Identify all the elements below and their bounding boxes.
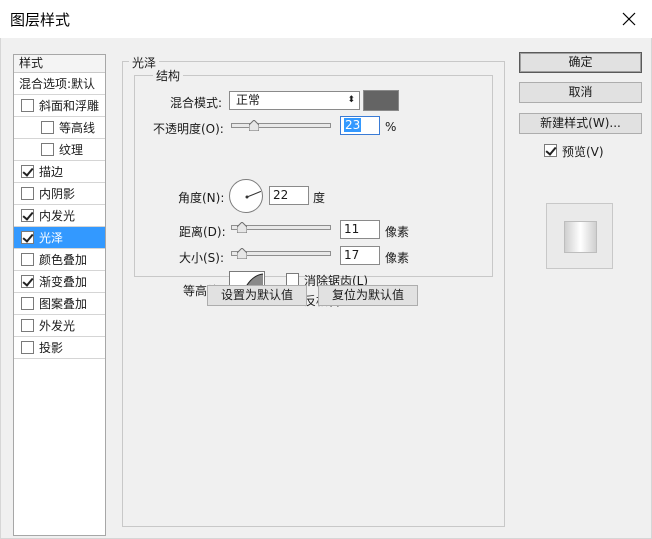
distance-label: 距离(D): [179, 225, 226, 239]
window-title: 图层样式 [10, 11, 71, 29]
style-item[interactable]: 光泽 [14, 227, 105, 249]
opacity-input[interactable]: 23 [340, 116, 380, 135]
style-item-checkbox[interactable] [41, 121, 54, 134]
angle-label: 角度(N): [178, 191, 225, 205]
opacity-slider[interactable] [231, 120, 331, 132]
blend-mode-label: 混合模式: [170, 96, 223, 110]
opacity-value: 23 [344, 118, 362, 132]
style-item-checkbox[interactable] [41, 143, 54, 156]
style-item-label: 描边 [39, 165, 64, 179]
style-item[interactable]: 内发光 [14, 205, 105, 227]
distance-unit: 像素 [385, 225, 410, 239]
style-item-label: 图案叠加 [39, 297, 88, 311]
opacity-label: 不透明度(O): [153, 122, 224, 136]
style-item-checkbox[interactable] [21, 231, 34, 244]
structure-group-title: 结构 [153, 67, 184, 84]
preview-label: 预览(V) [562, 145, 604, 159]
blend-options-item[interactable]: 混合选项:默认 [14, 73, 105, 95]
satin-color-swatch[interactable] [363, 90, 399, 111]
angle-input[interactable]: 22 [269, 186, 309, 205]
style-item-label: 渐变叠加 [39, 275, 88, 289]
style-item[interactable]: 等高线 [14, 117, 105, 139]
preview-checkbox[interactable] [544, 144, 557, 157]
angle-value: 22 [273, 188, 289, 202]
opacity-unit: % [385, 120, 397, 134]
distance-value: 11 [344, 222, 360, 236]
style-item[interactable]: 图案叠加 [14, 293, 105, 315]
opacity-slider-track [231, 123, 331, 128]
style-list: 样式 混合选项:默认 斜面和浮雕等高线纹理描边内阴影内发光光泽颜色叠加渐变叠加图… [13, 54, 106, 536]
reset-to-default-button[interactable]: 复位为默认值 [318, 285, 418, 306]
style-item-checkbox[interactable] [21, 297, 34, 310]
distance-input[interactable]: 11 [340, 220, 380, 239]
style-item-label: 投影 [39, 341, 64, 355]
style-list-header: 样式 [14, 55, 105, 73]
title-bar: 图层样式 [0, 0, 652, 38]
style-item-label: 外发光 [39, 319, 76, 333]
angle-dial[interactable] [229, 179, 263, 213]
close-icon [622, 12, 636, 26]
style-item-checkbox[interactable] [21, 209, 34, 222]
cancel-button[interactable]: 取消 [519, 82, 642, 103]
style-item-label: 斜面和浮雕 [39, 99, 100, 113]
style-item[interactable]: 纹理 [14, 139, 105, 161]
close-button[interactable] [606, 0, 652, 38]
dialog-body: 样式 混合选项:默认 斜面和浮雕等高线纹理描边内阴影内发光光泽颜色叠加渐变叠加图… [0, 38, 652, 539]
blend-mode-select[interactable]: 正常 ⬍ [229, 91, 360, 110]
style-item-label: 等高线 [59, 121, 96, 135]
size-slider[interactable] [231, 248, 331, 260]
ok-button[interactable]: 确定 [519, 52, 642, 73]
style-item-checkbox[interactable] [21, 341, 34, 354]
style-item-label: 内发光 [39, 209, 76, 223]
style-item-checkbox[interactable] [21, 319, 34, 332]
style-item[interactable]: 渐变叠加 [14, 271, 105, 293]
new-style-button[interactable]: 新建样式(W)... [519, 113, 642, 134]
size-label: 大小(S): [179, 251, 225, 265]
style-item-checkbox[interactable] [21, 165, 34, 178]
chevron-down-icon: ⬍ [347, 95, 355, 105]
style-item-checkbox[interactable] [21, 187, 34, 200]
style-preview [546, 203, 613, 269]
style-item-label: 光泽 [39, 231, 64, 245]
set-as-default-button[interactable]: 设置为默认值 [207, 285, 307, 306]
distance-slider[interactable] [231, 222, 331, 234]
style-preview-swatch [564, 221, 597, 253]
style-item-checkbox[interactable] [21, 253, 34, 266]
angle-dial-graphic [245, 190, 262, 199]
angle-unit: 度 [313, 191, 326, 205]
style-item-label: 纹理 [59, 143, 84, 157]
style-item[interactable]: 外发光 [14, 315, 105, 337]
blend-mode-value: 正常 [236, 93, 261, 107]
size-unit: 像素 [385, 251, 410, 265]
style-item[interactable]: 投影 [14, 337, 105, 359]
style-item[interactable]: 内阴影 [14, 183, 105, 205]
opacity-slider-thumb[interactable] [249, 120, 259, 131]
size-input[interactable]: 17 [340, 246, 380, 265]
style-item[interactable]: 描边 [14, 161, 105, 183]
style-item-label: 颜色叠加 [39, 253, 88, 267]
style-item-checkbox[interactable] [21, 275, 34, 288]
style-item[interactable]: 斜面和浮雕 [14, 95, 105, 117]
distance-slider-thumb[interactable] [237, 222, 247, 233]
style-item[interactable]: 颜色叠加 [14, 249, 105, 271]
style-item-checkbox[interactable] [21, 99, 34, 112]
style-item-label: 内阴影 [39, 187, 76, 201]
size-slider-thumb[interactable] [237, 248, 247, 259]
size-value: 17 [344, 248, 360, 262]
